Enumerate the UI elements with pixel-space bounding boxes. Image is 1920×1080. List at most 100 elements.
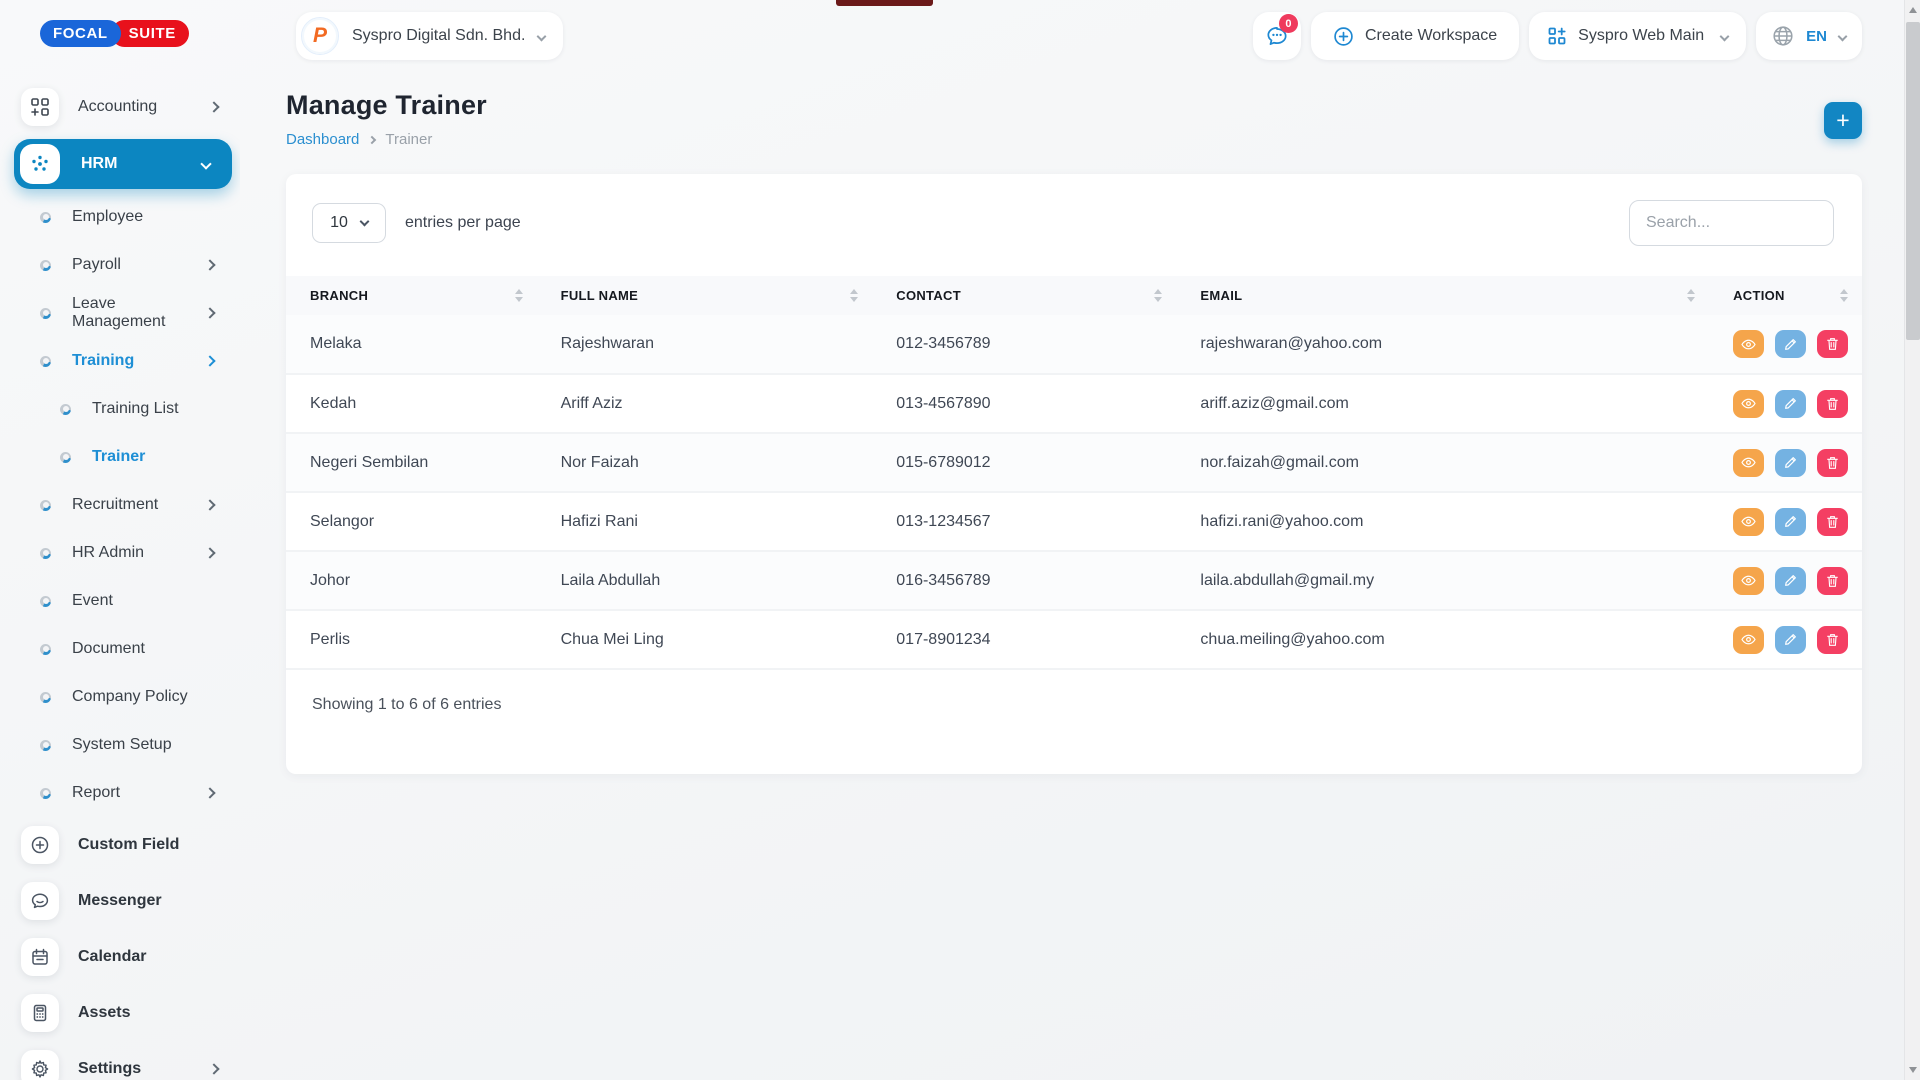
- eye-icon: [1741, 633, 1756, 646]
- cell-branch: Selangor: [286, 492, 537, 551]
- sidebar-item-calendar[interactable]: Calendar: [0, 929, 240, 985]
- create-workspace-button[interactable]: Create Workspace: [1311, 12, 1519, 60]
- pencil-icon: [1784, 397, 1797, 410]
- column-header-branch[interactable]: BRANCH: [286, 276, 537, 315]
- table-row: Johor Laila Abdullah 016-3456789 laila.a…: [286, 551, 1862, 610]
- edit-button[interactable]: [1775, 508, 1806, 536]
- sort-icon[interactable]: [505, 289, 523, 302]
- column-header-full-name[interactable]: FULL NAME: [537, 276, 873, 315]
- chat-button[interactable]: 0: [1253, 12, 1301, 60]
- sort-icon[interactable]: [1677, 289, 1695, 302]
- search-input[interactable]: [1629, 200, 1834, 246]
- sidebar-item-accounting[interactable]: Accounting: [0, 85, 240, 129]
- globe-icon: [1772, 25, 1794, 47]
- trash-icon: [1826, 456, 1839, 470]
- sidebar: FOCAL SUITE Accounting HRM: [0, 0, 240, 1080]
- table-header-row: BRANCH FULL NAME CONTACT EMAIL ACTION: [286, 276, 1862, 315]
- column-header-contact[interactable]: CONTACT: [872, 276, 1176, 315]
- cell-contact: 017-8901234: [872, 610, 1176, 669]
- sidebar-item-training[interactable]: Training: [0, 337, 240, 385]
- edit-button[interactable]: [1775, 330, 1806, 358]
- scroll-down-arrow-icon[interactable]: [1909, 1067, 1917, 1073]
- scrollbar-thumb[interactable]: [1906, 22, 1920, 340]
- pencil-icon: [1784, 574, 1797, 587]
- sidebar-item-training-list[interactable]: Training List: [0, 385, 240, 433]
- bullet-icon: [40, 548, 51, 559]
- row-actions: [1733, 626, 1852, 654]
- delete-button[interactable]: [1817, 508, 1848, 536]
- bullet-icon: [40, 692, 51, 703]
- edit-button[interactable]: [1775, 626, 1806, 654]
- cell-branch: Melaka: [286, 315, 537, 374]
- sidebar-item-company-policy[interactable]: Company Policy: [0, 673, 240, 721]
- cell-email: chua.meiling@yahoo.com: [1176, 610, 1709, 669]
- sidebar-item-recruitment[interactable]: Recruitment: [0, 481, 240, 529]
- sidebar-item-employee[interactable]: Employee: [0, 193, 240, 241]
- entries-per-page-select[interactable]: 10: [312, 203, 386, 243]
- chevron-down-icon: [1838, 31, 1848, 41]
- sidebar-item-trainer[interactable]: Trainer: [0, 433, 240, 481]
- cell-contact: 012-3456789: [872, 315, 1176, 374]
- sidebar-item-event[interactable]: Event: [0, 577, 240, 625]
- gear-icon: [21, 1050, 59, 1080]
- delete-button[interactable]: [1817, 390, 1848, 418]
- breadcrumb-dashboard-link[interactable]: Dashboard: [286, 131, 359, 148]
- sidebar-item-report[interactable]: Report: [0, 769, 240, 817]
- sort-icon[interactable]: [840, 289, 858, 302]
- delete-button[interactable]: [1817, 626, 1848, 654]
- sidebar-item-system-setup[interactable]: System Setup: [0, 721, 240, 769]
- bullet-icon: [40, 260, 51, 271]
- view-button[interactable]: [1733, 449, 1764, 477]
- bullet-icon: [40, 212, 51, 223]
- vertical-scrollbar[interactable]: [1904, 0, 1920, 1080]
- chevron-right-icon: [204, 787, 215, 798]
- workspace-selector[interactable]: Syspro Web Main: [1529, 12, 1746, 60]
- view-button[interactable]: [1733, 390, 1764, 418]
- edit-button[interactable]: [1775, 390, 1806, 418]
- column-header-action[interactable]: ACTION: [1709, 276, 1862, 315]
- edit-button[interactable]: [1775, 567, 1806, 595]
- pencil-icon: [1784, 515, 1797, 528]
- view-button[interactable]: [1733, 508, 1764, 536]
- sort-icon[interactable]: [1144, 289, 1162, 302]
- column-header-email[interactable]: EMAIL: [1176, 276, 1709, 315]
- delete-button[interactable]: [1817, 449, 1848, 477]
- sidebar-item-payroll[interactable]: Payroll: [0, 241, 240, 289]
- table-row: Melaka Rajeshwaran 012-3456789 rajeshwar…: [286, 315, 1862, 374]
- row-actions: [1733, 330, 1852, 358]
- company-selector[interactable]: P Syspro Digital Sdn. Bhd.: [296, 12, 563, 60]
- sidebar-item-hr-admin[interactable]: HR Admin: [0, 529, 240, 577]
- bullet-icon: [60, 452, 71, 463]
- syspro-p-logo: P: [301, 17, 339, 55]
- cell-branch: Johor: [286, 551, 537, 610]
- sidebar-item-hrm[interactable]: HRM: [14, 139, 232, 189]
- sidebar-item-settings[interactable]: Settings: [0, 1041, 240, 1080]
- add-trainer-button[interactable]: +: [1824, 102, 1862, 139]
- cell-contact: 016-3456789: [872, 551, 1176, 610]
- sidebar-item-custom-field[interactable]: Custom Field: [0, 817, 240, 873]
- breadcrumb-current: Trainer: [385, 131, 432, 148]
- eye-icon: [1741, 456, 1756, 469]
- view-button[interactable]: [1733, 330, 1764, 358]
- view-button[interactable]: [1733, 567, 1764, 595]
- grid-plus-icon: [1547, 26, 1567, 46]
- page-header: Manage Trainer Dashboard Trainer +: [286, 90, 1862, 148]
- cell-full-name: Laila Abdullah: [537, 551, 873, 610]
- sidebar-item-assets[interactable]: Assets: [0, 985, 240, 1041]
- trainer-table: BRANCH FULL NAME CONTACT EMAIL ACTION Me…: [286, 276, 1862, 670]
- bullet-icon: [40, 356, 51, 367]
- delete-button[interactable]: [1817, 567, 1848, 595]
- sort-icon[interactable]: [1830, 289, 1848, 302]
- language-selector[interactable]: EN: [1756, 12, 1862, 60]
- delete-button[interactable]: [1817, 330, 1848, 358]
- edit-button[interactable]: [1775, 449, 1806, 477]
- table-summary: Showing 1 to 6 of 6 entries: [286, 670, 1862, 774]
- cell-email: laila.abdullah@gmail.my: [1176, 551, 1709, 610]
- row-actions: [1733, 449, 1852, 477]
- chevron-right-icon: [204, 355, 215, 366]
- sidebar-item-leave-management[interactable]: Leave Management: [0, 289, 240, 337]
- scroll-up-arrow-icon[interactable]: [1909, 7, 1917, 13]
- sidebar-item-document[interactable]: Document: [0, 625, 240, 673]
- view-button[interactable]: [1733, 626, 1764, 654]
- sidebar-item-messenger[interactable]: Messenger: [0, 873, 240, 929]
